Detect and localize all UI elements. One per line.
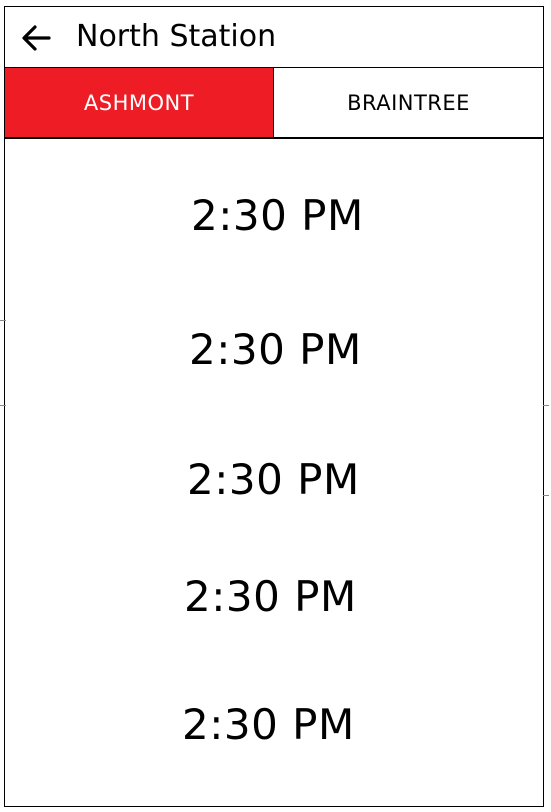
direction-tabs: ASHMONT BRAINTREE [5, 68, 543, 139]
divider-mark [543, 405, 549, 406]
divider-mark [0, 405, 6, 406]
divider-mark [0, 320, 6, 321]
page-title: North Station [76, 19, 277, 54]
departure-time: 2:30 PM [191, 191, 364, 240]
tab-ashmont[interactable]: ASHMONT [5, 68, 274, 137]
header-bar: North Station [5, 7, 543, 68]
screen-frame: North Station ASHMONT BRAINTREE 2:30 PM … [4, 6, 544, 807]
departure-time: 2:30 PM [184, 572, 357, 621]
departure-time: 2:30 PM [189, 325, 362, 374]
departure-time: 2:30 PM [187, 455, 360, 504]
departure-time: 2:30 PM [182, 700, 355, 749]
arrow-left-icon[interactable] [19, 21, 53, 55]
tab-braintree[interactable]: BRAINTREE [274, 68, 543, 137]
divider-mark [543, 495, 549, 496]
